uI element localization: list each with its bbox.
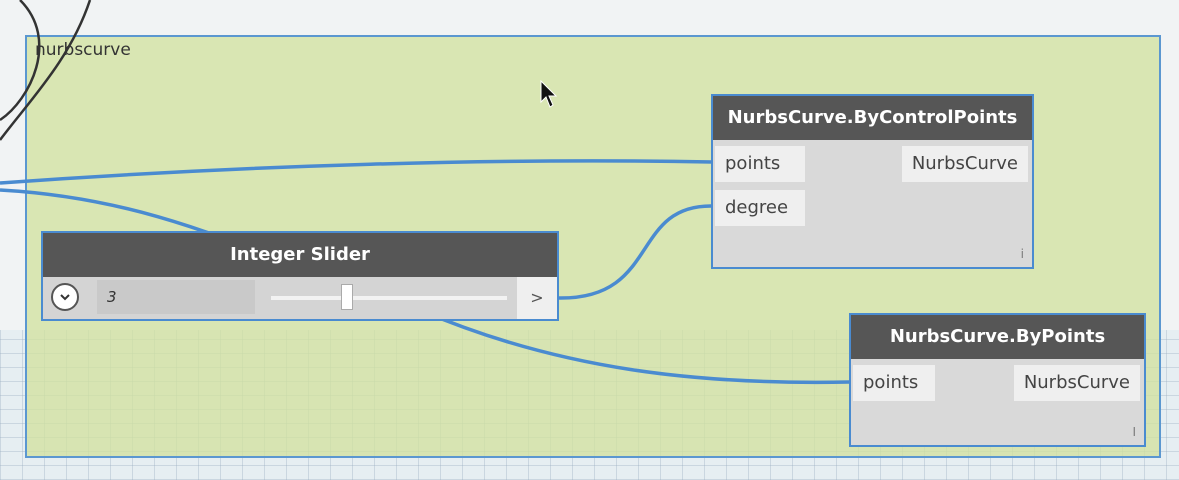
dynamo-canvas[interactable]: nurbscurve NurbsCurve.ByControlPoints po… xyxy=(0,0,1179,480)
input-port-degree[interactable]: degree xyxy=(715,190,805,226)
slider-step-button[interactable]: > xyxy=(517,277,557,319)
input-port-points[interactable]: points xyxy=(853,365,935,401)
slider-thumb[interactable] xyxy=(341,284,353,310)
node-title[interactable]: Integer Slider xyxy=(43,233,557,277)
node-nurbscurve-bycontrolpoints[interactable]: NurbsCurve.ByControlPoints points degree… xyxy=(711,94,1034,269)
node-info-mark: I xyxy=(1132,425,1136,439)
chevron-down-icon[interactable] xyxy=(51,283,79,311)
input-port-points[interactable]: points xyxy=(715,146,805,182)
node-integer-slider[interactable]: Integer Slider 3 > xyxy=(41,231,559,321)
slider-row: 3 > xyxy=(43,277,557,319)
output-port-nurbscurve[interactable]: NurbsCurve xyxy=(1013,365,1140,401)
output-port-nurbscurve[interactable]: NurbsCurve xyxy=(901,146,1028,182)
mouse-cursor-icon xyxy=(540,80,558,108)
slider-track[interactable] xyxy=(271,296,507,300)
group-title[interactable]: nurbscurve xyxy=(35,40,131,60)
slider-value-field[interactable]: 3 xyxy=(97,280,255,314)
node-title[interactable]: NurbsCurve.ByControlPoints xyxy=(713,96,1032,140)
node-nurbscurve-bypoints[interactable]: NurbsCurve.ByPoints points NurbsCurve I xyxy=(849,313,1146,447)
node-title[interactable]: NurbsCurve.ByPoints xyxy=(851,315,1144,359)
node-info-mark: i xyxy=(1020,247,1024,261)
